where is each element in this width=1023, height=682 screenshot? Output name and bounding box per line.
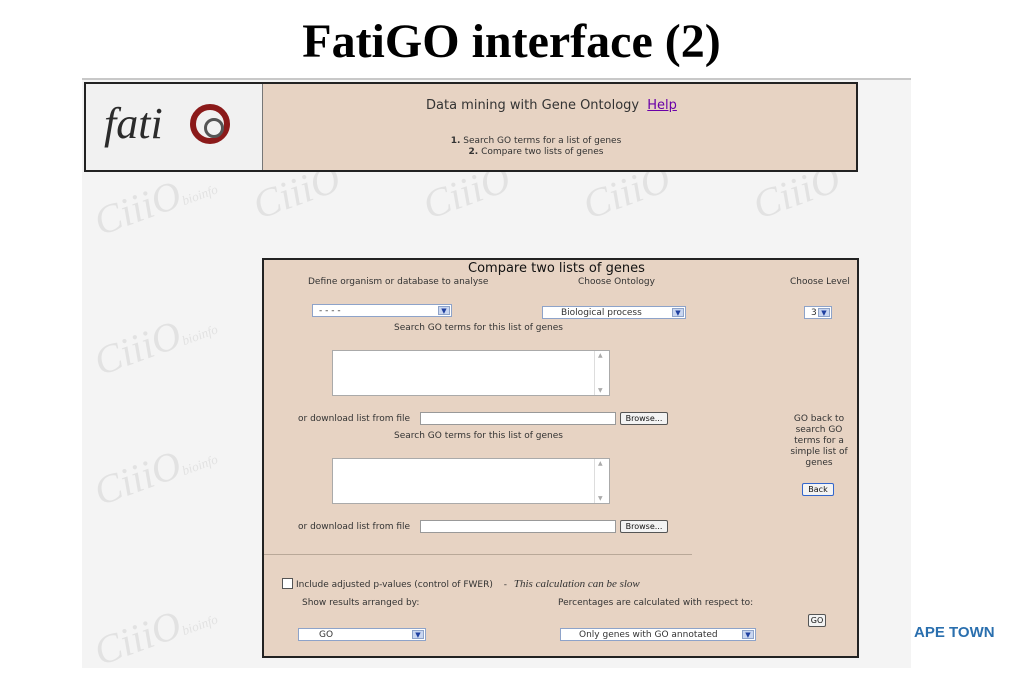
- file-input-1[interactable]: [420, 412, 616, 425]
- ontology-select-value: Biological process: [561, 308, 642, 318]
- level-select[interactable]: 3 ▼: [804, 306, 832, 319]
- list2-label: Search GO terms for this list of genes: [394, 431, 563, 441]
- header-menu-item[interactable]: 1. Search GO terms for a list of genes: [386, 136, 686, 147]
- scrollbar[interactable]: [594, 459, 609, 503]
- percentages-label: Percentages are calculated with respect …: [558, 598, 754, 608]
- organism-select-value: - - - -: [319, 306, 341, 316]
- logo-wordmark: fati: [104, 99, 163, 148]
- header-menu-item[interactable]: 2. Compare two lists of genes: [386, 147, 686, 158]
- back-button[interactable]: Back: [802, 483, 834, 496]
- ontology-select[interactable]: Biological process ▼: [542, 306, 686, 319]
- level-label: Choose Level: [790, 277, 850, 287]
- percentages-select[interactable]: Only genes with GO annotated ▼: [560, 628, 756, 641]
- top-tab-strip: [482, 78, 612, 112]
- watermark-logo: CiiiObioinfo: [88, 601, 220, 668]
- chevron-down-icon: ▼: [742, 630, 754, 639]
- chevron-down-icon: ▼: [412, 630, 424, 639]
- fwer-label: Include adjusted p-values (control of FW…: [296, 578, 640, 590]
- scrollbar[interactable]: [594, 351, 609, 395]
- fwer-note: This calculation can be slow: [513, 578, 640, 590]
- go-button[interactable]: GO: [808, 614, 826, 627]
- fatigo-logo: fati: [86, 84, 263, 170]
- browse-button-2[interactable]: Browse...: [620, 520, 668, 533]
- fatigo-header: fati Data mining with Gene Ontology Help…: [84, 82, 858, 172]
- percentages-value: Only genes with GO annotated: [579, 630, 718, 640]
- level-select-value: 3: [811, 308, 817, 318]
- chevron-down-icon: ▼: [818, 308, 830, 317]
- logo-ring-icon: [190, 104, 230, 144]
- header-menu: 1. Search GO terms for a list of genes 2…: [386, 136, 686, 158]
- browse-button-1[interactable]: Browse...: [620, 412, 668, 425]
- download-label-2: or download list from file: [298, 522, 411, 532]
- form-title: Compare two lists of genes: [468, 261, 645, 276]
- watermark-logo: CiiiObioinfo: [88, 441, 220, 515]
- fwer-checkbox[interactable]: [282, 578, 293, 589]
- header-title: Data mining with Gene Ontology Help: [426, 98, 677, 113]
- ontology-label: Choose Ontology: [578, 277, 655, 287]
- chevron-down-icon: ▼: [672, 308, 684, 317]
- form-divider: [264, 554, 692, 555]
- chevron-down-icon: ▼: [438, 306, 450, 315]
- compare-lists-form: Compare two lists of genes Define organi…: [262, 258, 859, 658]
- browser-screenshot: CiiiObioinfo CiiiO CiiiO CiiiO CiiiO Cii…: [82, 78, 911, 668]
- fwer-separator: -: [503, 580, 507, 590]
- slide-title: FatiGO interface (2): [302, 15, 721, 68]
- watermark-logo: CiiiObioinfo: [88, 311, 220, 385]
- header-title-text: Data mining with Gene Ontology: [426, 98, 640, 113]
- show-results-select[interactable]: GO ▼: [298, 628, 426, 641]
- list1-label: Search GO terms for this list of genes: [394, 323, 563, 333]
- help-link[interactable]: Help: [647, 98, 677, 113]
- show-results-value: GO: [319, 630, 334, 640]
- download-label-1: or download list from file: [298, 414, 411, 424]
- gene-list-1-textarea[interactable]: [332, 350, 610, 396]
- fwer-label-text: Include adjusted p-values (control of FW…: [296, 580, 493, 590]
- show-results-label: Show results arranged by:: [302, 598, 420, 608]
- organism-select[interactable]: - - - - ▼: [312, 304, 452, 317]
- organism-label: Define organism or database to analyse: [308, 277, 489, 287]
- gene-list-2-textarea[interactable]: [332, 458, 610, 504]
- go-back-text: GO back to search GO terms for a simple …: [790, 414, 848, 468]
- footer-brand: APE TOWN: [914, 624, 995, 641]
- file-input-2[interactable]: [420, 520, 616, 533]
